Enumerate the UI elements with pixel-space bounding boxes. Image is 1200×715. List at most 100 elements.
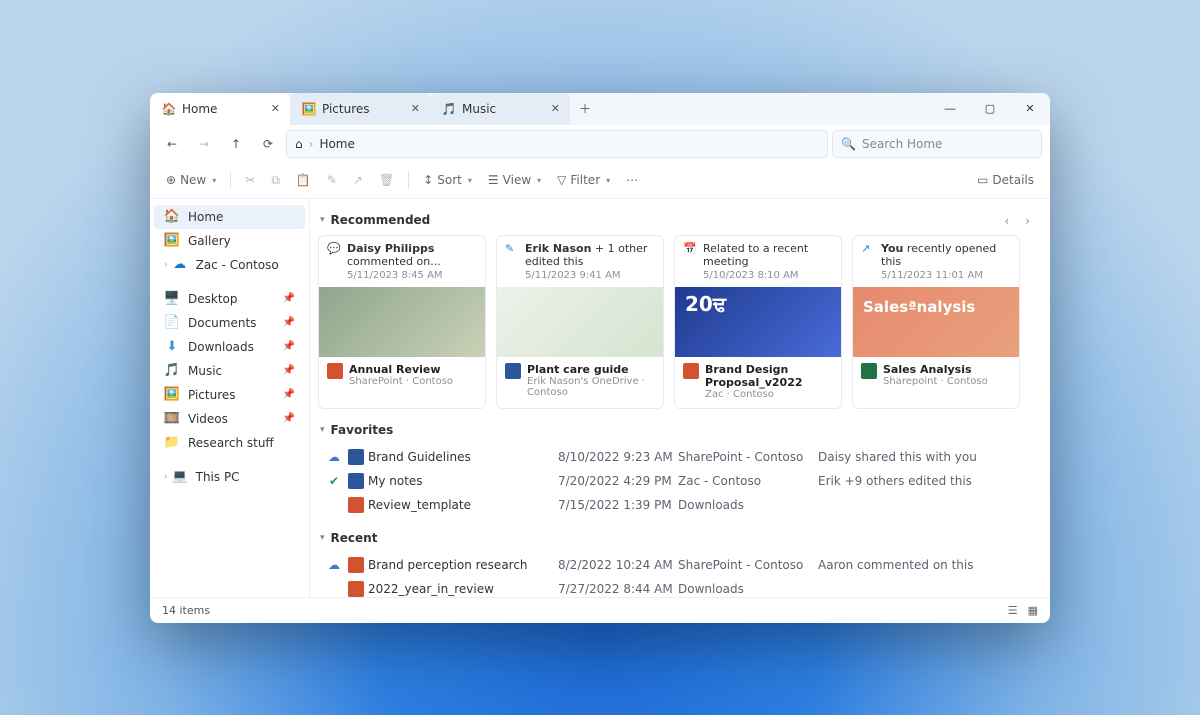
search-box[interactable]: 🔍 Search Home xyxy=(832,130,1042,158)
scroll-left-button[interactable]: ‹ xyxy=(998,212,1015,230)
close-tab-button[interactable]: ✕ xyxy=(411,102,420,115)
window-controls: ― ▢ ✕ xyxy=(930,93,1050,125)
toolbar: ⊕ New ▾ ✂ ⧉ 📋 ✎ ↗ 🗑 ↕ Sort ▾ ☰ View ▾ ▽ … xyxy=(150,163,1050,199)
pin-icon: 📌 xyxy=(283,413,295,424)
maximize-button[interactable]: ▢ xyxy=(970,93,1010,125)
file-date: 7/20/2022 4:29 PM xyxy=(558,474,678,488)
pin-icon: 📌 xyxy=(283,293,295,304)
file-row[interactable]: 2022_year_in_review 7/27/2022 8:44 AM Do… xyxy=(318,577,1036,597)
tab-home[interactable]: 🏠 Home ✕ xyxy=(150,93,290,125)
file-row[interactable]: Review_template 7/15/2022 1:39 PM Downlo… xyxy=(318,493,1036,517)
section-title: Favorites xyxy=(331,423,394,437)
back-button[interactable]: ← xyxy=(158,130,186,158)
sort-button[interactable]: ↕ Sort ▾ xyxy=(417,169,478,191)
delete-button[interactable]: 🗑 xyxy=(373,169,400,191)
sidebar-item-pictures[interactable]: 🖼️ Pictures 📌 xyxy=(154,383,305,407)
sidebar-item-documents[interactable]: 📄 Documents 📌 xyxy=(154,311,305,335)
paste-button[interactable]: 📋 xyxy=(290,169,317,191)
sidebar-item-thispc[interactable]: › 💻 This PC xyxy=(154,465,305,489)
file-location: SharePoint - Contoso xyxy=(678,558,818,572)
close-window-button[interactable]: ✕ xyxy=(1010,93,1050,125)
file-name: My notes xyxy=(368,474,558,488)
minimize-button[interactable]: ― xyxy=(930,93,970,125)
details-pane-button[interactable]: ▭ Details xyxy=(971,169,1040,191)
file-date: 8/10/2022 9:23 AM xyxy=(558,450,678,464)
card-reason: Related to a recent meeting 5/10/2023 8:… xyxy=(703,242,833,283)
recommended-card[interactable]: ↗ You recently opened this 5/11/2023 11:… xyxy=(852,235,1020,409)
powerpoint-icon xyxy=(348,497,364,513)
up-button[interactable]: ↑ xyxy=(222,130,250,158)
card-thumbnail xyxy=(853,287,1019,357)
section-recommended-header[interactable]: ▾ Recommended xyxy=(320,213,430,227)
file-location: Downloads xyxy=(678,582,818,596)
tiles-view-button[interactable]: ▦ xyxy=(1028,604,1038,617)
sidebar-item-gallery[interactable]: 🖼️ Gallery xyxy=(154,229,305,253)
section-title: Recommended xyxy=(331,213,431,227)
section-title: Recent xyxy=(331,531,378,545)
forward-button[interactable]: → xyxy=(190,130,218,158)
sort-icon: ↕ xyxy=(423,173,433,187)
card-file-name: Annual Review xyxy=(349,363,453,376)
sidebar-item-research[interactable]: 📁 Research stuff xyxy=(154,431,305,455)
home-icon: 🏠 xyxy=(162,102,176,116)
sidebar-item-music[interactable]: 🎵 Music 📌 xyxy=(154,359,305,383)
close-tab-button[interactable]: ✕ xyxy=(551,102,560,115)
address-path: Home xyxy=(319,137,354,151)
chevron-down-icon: ▾ xyxy=(606,176,610,185)
view-button[interactable]: ☰ View ▾ xyxy=(482,169,547,191)
tab-label: Home xyxy=(182,102,217,116)
sidebar-item-home[interactable]: 🏠 Home xyxy=(154,205,305,229)
desktop-icon: 🖥️ xyxy=(164,291,180,307)
cloud-icon: ☁ xyxy=(172,257,188,273)
favorites-list: ☁ Brand Guidelines 8/10/2022 9:23 AM Sha… xyxy=(318,445,1036,517)
sidebar-item-downloads[interactable]: ⬇ Downloads 📌 xyxy=(154,335,305,359)
file-name: Review_template xyxy=(368,498,558,512)
tab-music[interactable]: 🎵 Music ✕ xyxy=(430,93,570,125)
rename-button[interactable]: ✎ xyxy=(321,169,343,191)
refresh-button[interactable]: ⟳ xyxy=(254,130,282,158)
chevron-down-icon: ▾ xyxy=(320,215,325,225)
file-row[interactable]: ☁ Brand perception research 8/2/2022 10:… xyxy=(318,553,1036,577)
file-name: 2022_year_in_review xyxy=(368,582,558,596)
titlebar: 🏠 Home ✕ 🖼️ Pictures ✕ 🎵 Music ✕ ＋ ― ▢ ✕ xyxy=(150,93,1050,125)
cut-button[interactable]: ✂ xyxy=(239,169,261,191)
share-button[interactable]: ↗ xyxy=(347,169,369,191)
section-recent-header[interactable]: ▾ Recent xyxy=(320,531,1036,545)
card-thumbnail xyxy=(675,287,841,357)
view-icon: ☰ xyxy=(488,173,499,187)
word-icon xyxy=(348,473,364,489)
sidebar-item-label: Desktop xyxy=(188,292,238,306)
more-button[interactable]: ⋯ xyxy=(620,169,644,191)
tab-pictures[interactable]: 🖼️ Pictures ✕ xyxy=(290,93,430,125)
chevron-right-icon: › xyxy=(164,260,168,270)
recommended-card[interactable]: 📅 Related to a recent meeting 5/10/2023 … xyxy=(674,235,842,409)
filter-button[interactable]: ▽ Filter ▾ xyxy=(551,169,616,191)
sidebar-item-videos[interactable]: 🎞️ Videos 📌 xyxy=(154,407,305,431)
sidebar-item-onedrive[interactable]: › ☁ Zac - Contoso xyxy=(154,253,305,277)
recommended-card[interactable]: 💬 Daisy Philipps commented on... 5/11/20… xyxy=(318,235,486,409)
details-view-button[interactable]: ☰ xyxy=(1008,604,1018,617)
body: 🏠 Home 🖼️ Gallery › ☁ Zac - Contoso 🖥️ D… xyxy=(150,199,1050,597)
file-row[interactable]: ☁ Brand Guidelines 8/10/2022 9:23 AM Sha… xyxy=(318,445,1036,469)
recommended-card[interactable]: ✎ Erik Nason + 1 other edited this 5/11/… xyxy=(496,235,664,409)
file-activity: Aaron commented on this xyxy=(818,558,1034,572)
sidebar-item-desktop[interactable]: 🖥️ Desktop 📌 xyxy=(154,287,305,311)
sidebar-item-label: Research stuff xyxy=(188,436,274,450)
file-activity: Erik +9 others edited this xyxy=(818,474,1034,488)
address-bar[interactable]: ⌂ › Home xyxy=(286,130,828,158)
word-icon xyxy=(505,363,521,379)
chevron-down-icon: ▾ xyxy=(212,176,216,185)
copy-button[interactable]: ⧉ xyxy=(265,169,286,192)
file-row[interactable]: ✔ My notes 7/20/2022 4:29 PM Zac - Conto… xyxy=(318,469,1036,493)
thispc-icon: 💻 xyxy=(172,469,188,485)
section-favorites-header[interactable]: ▾ Favorites xyxy=(320,423,1036,437)
new-tab-button[interactable]: ＋ xyxy=(570,93,600,125)
explorer-window: 🏠 Home ✕ 🖼️ Pictures ✕ 🎵 Music ✕ ＋ ― ▢ ✕… xyxy=(150,93,1050,623)
new-button[interactable]: ⊕ New ▾ xyxy=(160,169,222,191)
close-tab-button[interactable]: ✕ xyxy=(271,102,280,115)
scroll-right-button[interactable]: › xyxy=(1019,212,1036,230)
file-location: SharePoint - Contoso xyxy=(678,450,818,464)
home-icon: 🏠 xyxy=(164,209,180,225)
card-thumbnail xyxy=(497,287,663,357)
home-icon: ⌂ xyxy=(295,137,303,151)
